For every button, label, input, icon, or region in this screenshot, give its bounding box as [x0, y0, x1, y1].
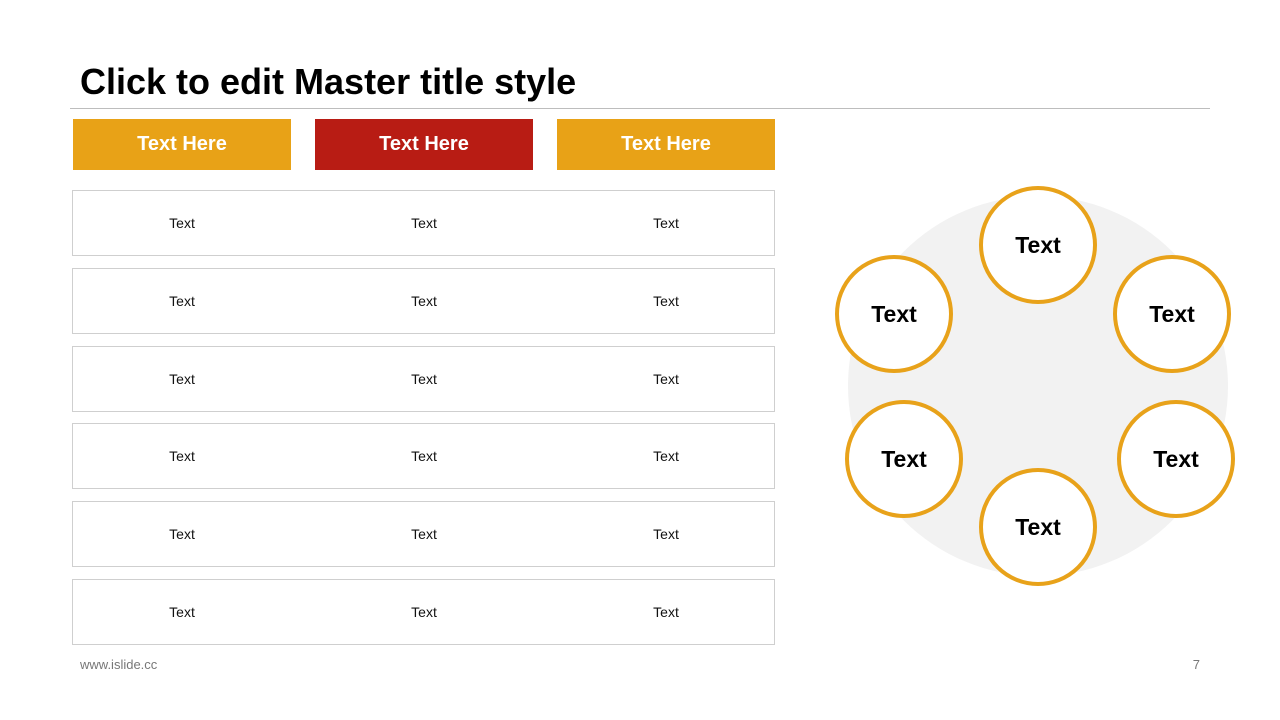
table-row[interactable]: Text Text Text — [72, 268, 775, 334]
table-cell: Text — [411, 526, 437, 542]
table-cell: Text — [169, 448, 195, 464]
title-divider — [70, 108, 1210, 109]
page-number: 7 — [1192, 657, 1200, 672]
table-cell: Text — [653, 526, 679, 542]
table-cell: Text — [169, 604, 195, 620]
cycle-node-top[interactable]: Text — [979, 186, 1097, 304]
column-header-2[interactable]: Text Here — [315, 119, 533, 170]
table-cell: Text — [169, 293, 195, 309]
table-cell: Text — [411, 448, 437, 464]
table-row[interactable]: Text Text Text — [72, 501, 775, 567]
table-cell: Text — [169, 215, 195, 231]
cycle-node-label: Text — [1153, 445, 1199, 472]
footer-url: www.islide.cc — [80, 657, 158, 672]
cycle-node-lower-right[interactable]: Text — [1117, 400, 1235, 518]
table-cell: Text — [411, 293, 437, 309]
column-header-label: Text Here — [379, 133, 469, 155]
table-cell: Text — [653, 448, 679, 464]
table-cell: Text — [653, 371, 679, 387]
table-cell: Text — [169, 371, 195, 387]
cycle-node-upper-left[interactable]: Text — [835, 255, 953, 373]
cycle-node-label: Text — [871, 300, 917, 327]
cycle-node-upper-right[interactable]: Text — [1113, 255, 1231, 373]
table-row[interactable]: Text Text Text — [72, 423, 775, 489]
table-row[interactable]: Text Text Text — [72, 579, 775, 645]
column-header-1[interactable]: Text Here — [73, 119, 291, 170]
column-header-3[interactable]: Text Here — [557, 119, 775, 170]
cycle-node-lower-left[interactable]: Text — [845, 400, 963, 518]
table-row[interactable]: Text Text Text — [72, 346, 775, 412]
slide-title[interactable]: Click to edit Master title style — [80, 60, 576, 104]
cycle-node-bottom[interactable]: Text — [979, 468, 1097, 586]
cycle-node-label: Text — [881, 445, 927, 472]
cycle-node-label: Text — [1015, 231, 1061, 258]
table-cell: Text — [411, 215, 437, 231]
column-header-label: Text Here — [137, 133, 227, 155]
table-cell: Text — [169, 526, 195, 542]
table-cell: Text — [653, 604, 679, 620]
column-header-label: Text Here — [621, 133, 711, 155]
table-cell: Text — [411, 371, 437, 387]
table-cell: Text — [653, 215, 679, 231]
table-row[interactable]: Text Text Text — [72, 190, 775, 256]
table-cell: Text — [653, 293, 679, 309]
table-cell: Text — [411, 604, 437, 620]
cycle-node-label: Text — [1015, 513, 1061, 540]
cycle-node-label: Text — [1149, 300, 1195, 327]
